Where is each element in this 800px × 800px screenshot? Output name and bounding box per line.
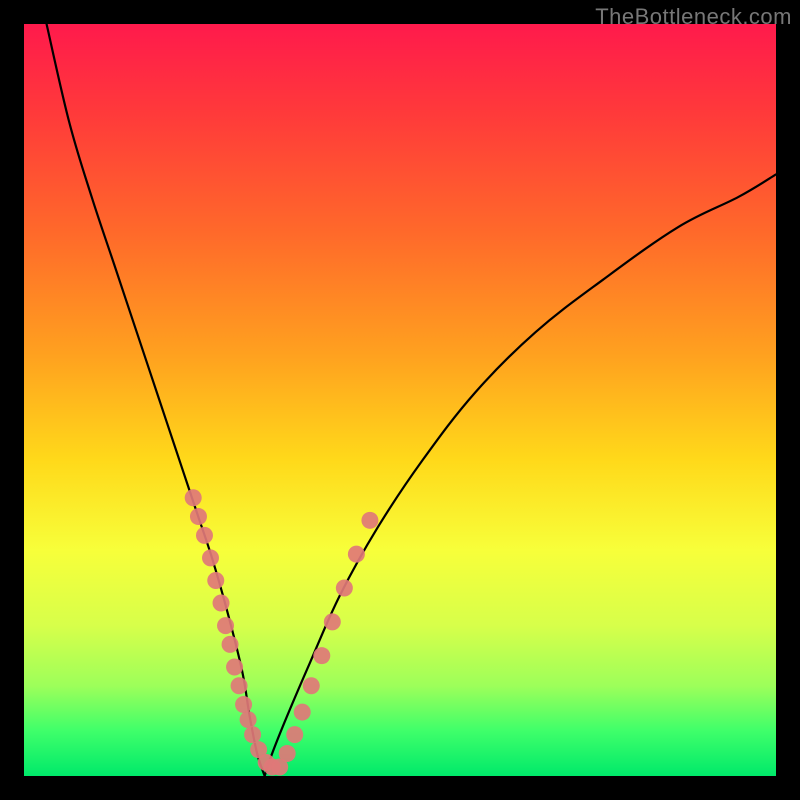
watermark-text: TheBottleneck.com xyxy=(595,4,792,30)
right-dots-point xyxy=(279,745,296,762)
left-dots-point xyxy=(196,527,213,544)
left-dots-point xyxy=(217,617,234,634)
left-dots-point xyxy=(231,677,248,694)
left-dots-point xyxy=(244,726,261,743)
curve-right-branch xyxy=(265,174,776,776)
bottleneck-curve-chart xyxy=(24,24,776,776)
left-dots-point xyxy=(240,711,257,728)
right-dots-point xyxy=(348,546,365,563)
left-dots-point xyxy=(222,636,239,653)
chart-frame: TheBottleneck.com xyxy=(0,0,800,800)
right-dots-point xyxy=(324,613,341,630)
left-dots-point xyxy=(185,489,202,506)
right-dots-point xyxy=(303,677,320,694)
left-dots-point xyxy=(213,595,230,612)
plot-area xyxy=(24,24,776,776)
right-dots-point xyxy=(336,580,353,597)
left-dots-point xyxy=(207,572,224,589)
left-dots-point xyxy=(202,549,219,566)
right-dots-point xyxy=(286,726,303,743)
right-dots-point xyxy=(313,647,330,664)
right-dots-point xyxy=(294,704,311,721)
left-dots-point xyxy=(235,696,252,713)
right-dots-point xyxy=(361,512,378,529)
left-dots-point xyxy=(190,508,207,525)
left-dots-point xyxy=(226,658,243,675)
